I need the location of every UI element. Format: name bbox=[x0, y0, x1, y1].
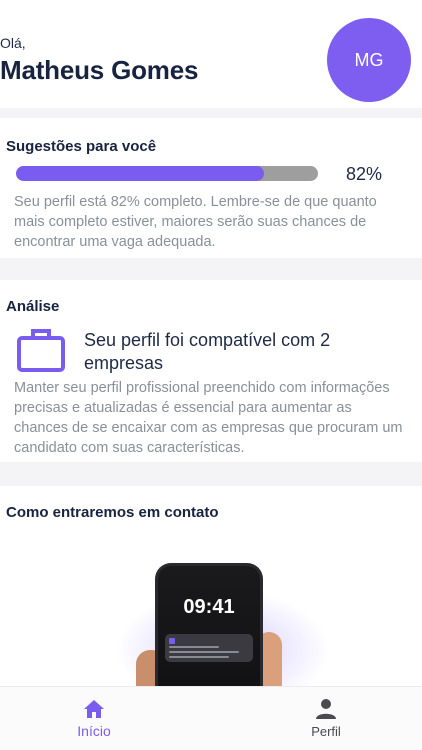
phone-clock: 09:41 bbox=[183, 596, 235, 618]
briefcase-icon bbox=[17, 329, 65, 372]
phone-illustration: 09:41 bbox=[155, 563, 263, 703]
profile-progress-bar bbox=[16, 166, 318, 181]
user-icon bbox=[316, 699, 336, 719]
tab-label: Início bbox=[77, 723, 111, 739]
phone-notification bbox=[165, 634, 253, 662]
section-divider bbox=[0, 462, 422, 486]
compatibility-text: Seu perfil foi compatível com 2 empresas bbox=[84, 330, 331, 373]
notification-app-icon bbox=[169, 638, 175, 644]
header: Olá, Matheus Gomes MG bbox=[0, 0, 422, 108]
tab-label: Perfil bbox=[311, 724, 341, 739]
section-divider bbox=[0, 108, 422, 118]
contact-title: Como entraremos em contato bbox=[6, 504, 219, 521]
notification-text-line bbox=[169, 656, 229, 658]
suggestions-description: Seu perfil está 82% completo. Lembre-se … bbox=[14, 194, 377, 250]
phone-screen: 09:41 bbox=[158, 566, 260, 700]
suggestions-title: Sugestões para você bbox=[6, 138, 157, 155]
home-icon bbox=[84, 700, 104, 718]
avatar-initials: MG bbox=[354, 49, 384, 70]
profile-progress-percent: 82% bbox=[346, 164, 383, 184]
section-divider bbox=[0, 258, 422, 280]
tab-perfil[interactable]: Perfil bbox=[286, 687, 366, 750]
analysis-title: Análise bbox=[6, 298, 60, 315]
user-name: Matheus Gomes bbox=[0, 55, 199, 85]
greeting: Olá, bbox=[0, 35, 26, 51]
profile-progress-fill bbox=[16, 166, 264, 181]
avatar[interactable]: MG bbox=[327, 18, 411, 102]
notification-text-line bbox=[169, 646, 219, 648]
tab-inicio[interactable]: Início bbox=[54, 687, 134, 750]
notification-text-line bbox=[169, 651, 239, 653]
analysis-description: Manter seu perfil profissional preenchid… bbox=[14, 380, 403, 456]
bottom-tab-bar: Início Perfil bbox=[0, 686, 422, 750]
